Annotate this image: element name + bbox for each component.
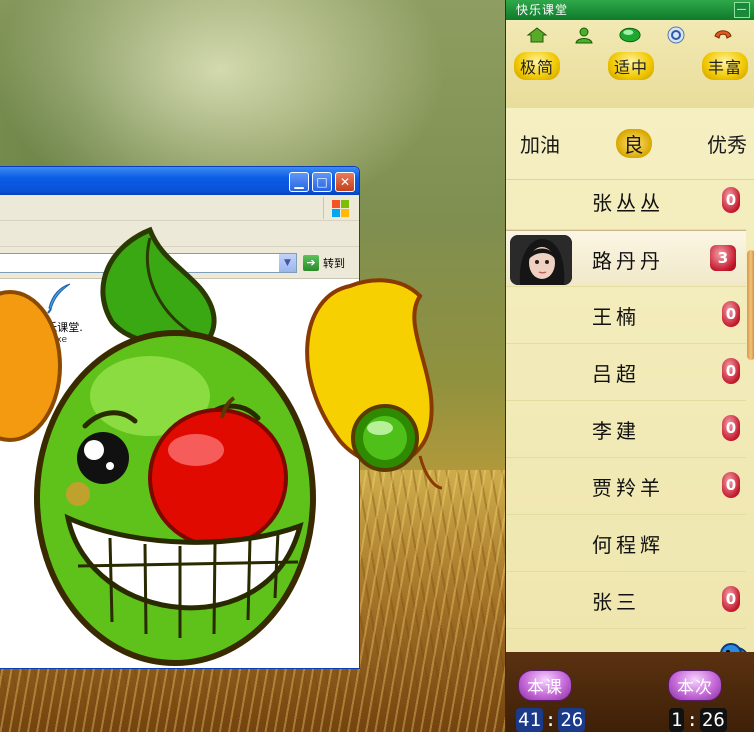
- student-name: 路丹丹: [592, 249, 664, 273]
- panel-footer: 本课 本次 41 : 26 1 : 26: [506, 652, 754, 732]
- student-score-badge: 0: [722, 301, 740, 327]
- lesson-timer-seconds: 26: [558, 708, 586, 732]
- student-avatar: [510, 235, 572, 285]
- student-name: 贾羚羊: [592, 476, 664, 500]
- session-timer-minutes: 1: [669, 708, 685, 732]
- mode-rich-button[interactable]: 丰富: [701, 52, 748, 80]
- student-name: 李建: [592, 419, 640, 443]
- student-row[interactable]: 吕超 0: [506, 344, 746, 401]
- student-name: 王楠: [592, 305, 640, 329]
- session-timer-seconds: 26: [699, 708, 727, 732]
- panel-minimize-button[interactable]: —: [734, 2, 750, 18]
- student-score-badge: 3: [710, 245, 736, 271]
- rating-selector: 加油 良 优秀: [506, 108, 754, 180]
- student-row-active[interactable]: 路丹丹 3: [506, 230, 746, 287]
- student-name: 张三: [592, 590, 640, 614]
- student-row[interactable]: 何程辉: [506, 515, 746, 572]
- maximize-button[interactable]: □: [312, 172, 332, 192]
- orange-fruit-icon: [0, 290, 62, 442]
- rating-jiayou-button[interactable]: 加油: [520, 129, 560, 158]
- student-row[interactable]: 张丛丛 0: [506, 173, 746, 230]
- student-row[interactable]: 张三 0: [506, 572, 746, 629]
- green-ball-icon[interactable]: [619, 26, 641, 44]
- student-score-badge: 0: [722, 472, 740, 498]
- lesson-timer-minutes: 41: [516, 708, 543, 732]
- refresh-icon[interactable]: [665, 26, 687, 44]
- student-list-area: 加油 良 优秀 张丛丛 0 路丹丹 3 王楠 0 吕超 0 李建 0 贾羚羊 0…: [506, 108, 754, 725]
- window-titlebar[interactable]: ▁ □ ✕: [0, 167, 359, 195]
- student-name: 吕超: [592, 362, 640, 386]
- mode-medium-button[interactable]: 适中: [607, 52, 654, 80]
- student-score-badge: 0: [722, 586, 740, 612]
- leaf-icon: [100, 226, 217, 349]
- student-score-badge: 0: [722, 187, 740, 213]
- menu-bar: [0, 195, 359, 221]
- mascot-eye: [77, 432, 129, 484]
- home-icon[interactable]: [526, 26, 548, 44]
- panel-titlebar[interactable]: 快乐课堂 —: [506, 0, 754, 20]
- session-timer: 1 : 26: [669, 708, 727, 732]
- student-name: 何程辉: [592, 533, 664, 557]
- mode-minimal-button[interactable]: 极简: [514, 52, 561, 80]
- student-score-badge: 0: [722, 415, 740, 441]
- student-score-badge: 0: [722, 358, 740, 384]
- minimize-button[interactable]: ▁: [289, 172, 309, 192]
- mode-selector: 极简 适中 丰富: [506, 46, 754, 80]
- scrollbar[interactable]: [747, 250, 754, 360]
- session-button[interactable]: 本次: [668, 670, 722, 701]
- student-name: 张丛丛: [592, 191, 664, 215]
- phone-icon[interactable]: [712, 26, 734, 44]
- rating-youxiu-button[interactable]: 优秀: [707, 129, 747, 158]
- happy-classroom-panel: 快乐课堂 — 极简 适中 丰富 加油 良 优秀 张丛丛 0 路丹丹 3 王楠 0…: [505, 0, 754, 732]
- close-button[interactable]: ✕: [335, 172, 355, 192]
- student-row[interactable]: 李建 0: [506, 401, 746, 458]
- mascot-character: [0, 226, 443, 666]
- pear-icon: [305, 278, 443, 490]
- lesson-timer: 41 : 26: [516, 708, 586, 732]
- windows-logo-icon: [323, 197, 351, 219]
- tool-icon-row: [506, 20, 754, 46]
- student-row[interactable]: 王楠 0: [506, 287, 746, 344]
- student-row[interactable]: 贾羚羊 0: [506, 458, 746, 515]
- lesson-button[interactable]: 本课: [518, 670, 572, 701]
- panel-title: 快乐课堂: [516, 3, 569, 17]
- rating-liang-button[interactable]: 良: [615, 129, 652, 158]
- user-icon[interactable]: [573, 26, 595, 44]
- panel-top-area: 极简 适中 丰富: [506, 20, 754, 108]
